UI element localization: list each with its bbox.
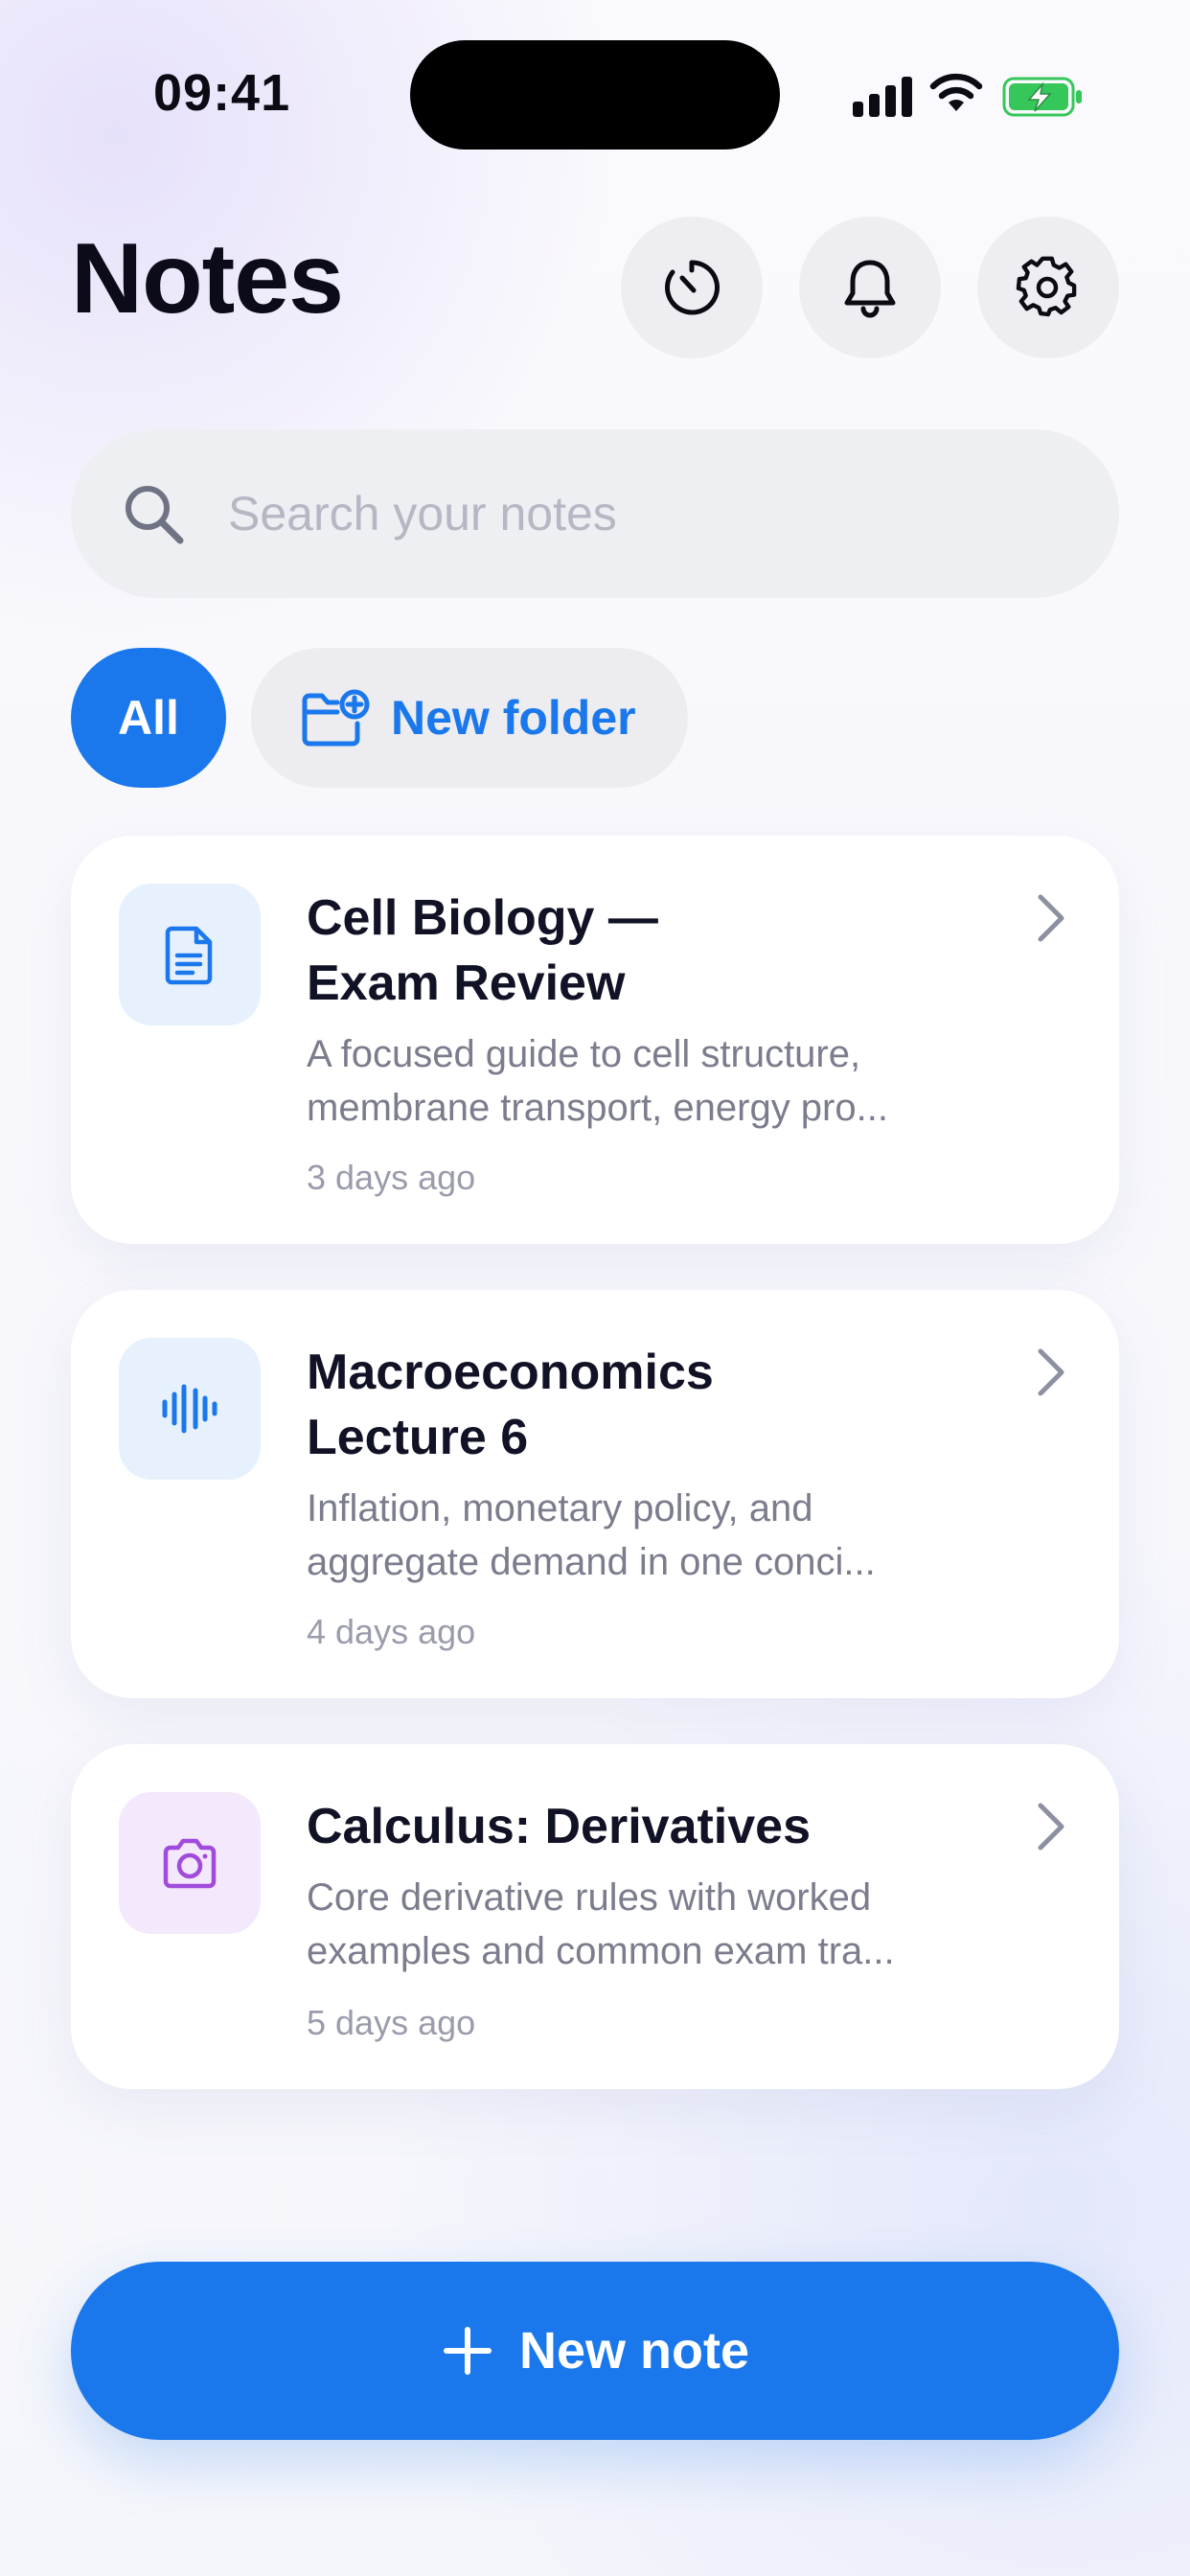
note-card[interactable]: Cell Biology — Exam Review A focused gui… bbox=[71, 836, 1119, 1244]
note-title: Macroeconomics Lecture 6 bbox=[307, 1345, 714, 1465]
cellular-signal-icon bbox=[853, 75, 912, 117]
note-title: Calculus: Derivatives bbox=[307, 1799, 812, 1854]
filter-all-chip[interactable]: All bbox=[71, 648, 226, 788]
note-timestamp: 4 days ago bbox=[307, 1612, 476, 1651]
chevron-right-icon bbox=[1038, 1803, 1064, 1851]
plus-icon bbox=[443, 2327, 492, 2375]
status-time: 09:41 bbox=[153, 64, 291, 122]
timer-icon bbox=[665, 260, 720, 315]
note-icon-tile bbox=[119, 1338, 261, 1480]
search-icon bbox=[126, 486, 184, 544]
note-description: Core derivative rules with worked exampl… bbox=[307, 1876, 895, 1972]
page-background bbox=[0, 0, 1190, 2576]
wifi-icon bbox=[929, 73, 983, 111]
notifications-button[interactable] bbox=[799, 217, 941, 358]
page-title: Notes bbox=[71, 223, 344, 334]
note-description: A focused guide to cell structure, membr… bbox=[307, 1033, 888, 1129]
note-icon-tile bbox=[119, 1792, 261, 1934]
note-timestamp: 5 days ago bbox=[307, 2003, 476, 2042]
audio-waveform-icon bbox=[162, 1384, 217, 1434]
settings-button[interactable] bbox=[977, 217, 1119, 358]
note-description: Inflation, monetary policy, and aggregat… bbox=[307, 1487, 876, 1583]
document-icon bbox=[165, 926, 213, 985]
new-note-button[interactable]: New note bbox=[71, 2262, 1119, 2440]
note-icon-tile bbox=[119, 884, 261, 1025]
folder-plus-icon bbox=[302, 689, 370, 747]
new-note-label: New note bbox=[518, 2322, 750, 2380]
dynamic-island bbox=[410, 40, 780, 150]
note-card[interactable]: Macroeconomics Lecture 6 Inflation, mone… bbox=[71, 1290, 1119, 1698]
new-folder-label: New folder bbox=[391, 691, 636, 745]
chevron-right-icon bbox=[1038, 1348, 1064, 1396]
note-card[interactable]: Calculus: Derivatives Core derivative ru… bbox=[71, 1744, 1119, 2089]
bell-icon bbox=[844, 260, 896, 318]
note-timestamp: 3 days ago bbox=[307, 1158, 476, 1197]
note-title: Cell Biology — Exam Review bbox=[307, 890, 658, 1011]
search-bar[interactable] bbox=[71, 429, 1119, 598]
camera-icon bbox=[163, 1838, 217, 1889]
battery-charging-icon bbox=[1002, 77, 1082, 117]
chevron-right-icon bbox=[1038, 894, 1064, 942]
timer-button[interactable] bbox=[621, 217, 763, 358]
gear-icon bbox=[1016, 256, 1077, 317]
new-folder-button[interactable]: New folder bbox=[251, 648, 688, 788]
search-input[interactable] bbox=[228, 466, 1071, 562]
